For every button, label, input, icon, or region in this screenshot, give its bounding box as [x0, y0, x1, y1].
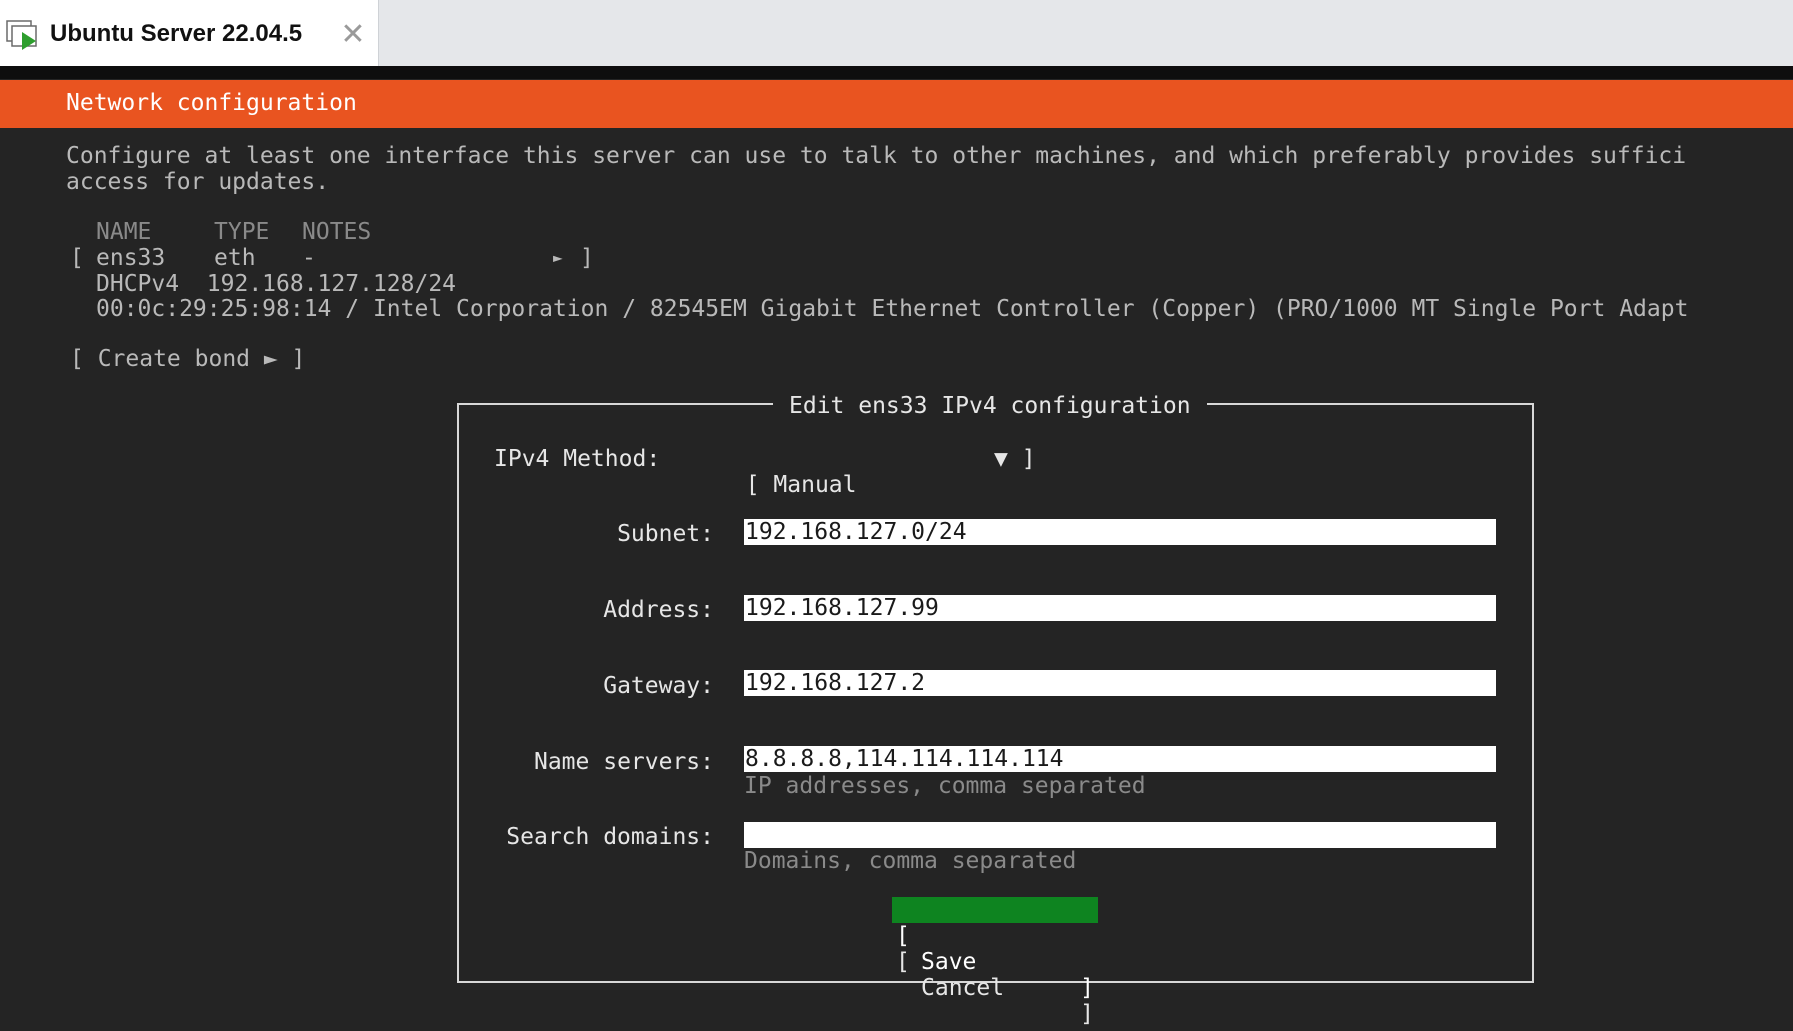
- name-servers-field[interactable]: 8.8.8.8,114.114.114.114: [744, 746, 1496, 772]
- dhcp-info: DHCPv4 192.168.127.128/24: [96, 271, 457, 297]
- save-bracket-close: ]: [1080, 975, 1094, 1001]
- vm-tab-bar: Ubuntu Server 22.04.5 ✕: [0, 0, 1793, 66]
- interface-type: eth: [214, 245, 256, 271]
- column-notes: NOTES: [302, 219, 372, 245]
- cancel-bracket-close: ]: [1080, 1001, 1094, 1027]
- vm-tab[interactable]: Ubuntu Server 22.04.5 ✕: [0, 0, 379, 66]
- save-label: Save: [921, 949, 977, 975]
- dropdown-arrow-icon: ▼ ]: [994, 446, 1036, 472]
- vm-play-icon: [6, 20, 37, 50]
- interface-name: ens33: [96, 245, 166, 271]
- ipv4-method-label: IPv4 Method:: [494, 446, 661, 472]
- expand-arrow-icon[interactable]: ►: [553, 245, 563, 271]
- column-type: TYPE: [214, 219, 270, 245]
- interface-notes: -: [302, 245, 316, 271]
- search-domains-hint: Domains, comma separated: [744, 848, 1077, 874]
- dialog-title: Edit ens33 IPv4 configuration: [773, 393, 1207, 419]
- row-bracket-close: ]: [580, 245, 594, 271]
- tab-title: Ubuntu Server 22.04.5: [50, 20, 303, 47]
- gateway-field[interactable]: 192.168.127.2: [744, 670, 1496, 696]
- name-servers-hint: IP addresses, comma separated: [744, 773, 1146, 799]
- cancel-label: Cancel: [921, 975, 1005, 1001]
- page-title: Network configuration: [66, 90, 357, 116]
- ipv4-method-value: [ Manual: [745, 472, 857, 498]
- intro-line-2: access for updates.: [66, 169, 330, 195]
- search-domains-label: Search domains:: [506, 824, 714, 850]
- cancel-bracket-open: [: [896, 949, 910, 975]
- column-name: NAME: [96, 219, 152, 245]
- intro-line-1: Configure at least one interface this se…: [66, 143, 1687, 169]
- address-field[interactable]: 192.168.127.99: [744, 595, 1496, 621]
- hardware-info: 00:0c:29:25:98:14 / Intel Corporation / …: [96, 296, 1689, 322]
- subnet-field[interactable]: 192.168.127.0/24: [744, 519, 1496, 545]
- subnet-label: Subnet:: [617, 521, 714, 547]
- address-label: Address:: [603, 597, 714, 623]
- gateway-label: Gateway:: [603, 673, 714, 699]
- search-domains-field[interactable]: [744, 822, 1496, 848]
- cancel-button[interactable]: [ Cancel ]: [892, 923, 1098, 1027]
- row-bracket-open: [: [70, 245, 84, 271]
- ipv4-method-select[interactable]: [ Manual ▼ ]: [718, 446, 1036, 524]
- create-bond-button[interactable]: [ Create bond ► ]: [70, 346, 305, 372]
- name-servers-label: Name servers:: [533, 749, 714, 775]
- save-button[interactable]: [ Save ]: [892, 897, 1098, 1001]
- close-icon[interactable]: ✕: [338, 20, 368, 50]
